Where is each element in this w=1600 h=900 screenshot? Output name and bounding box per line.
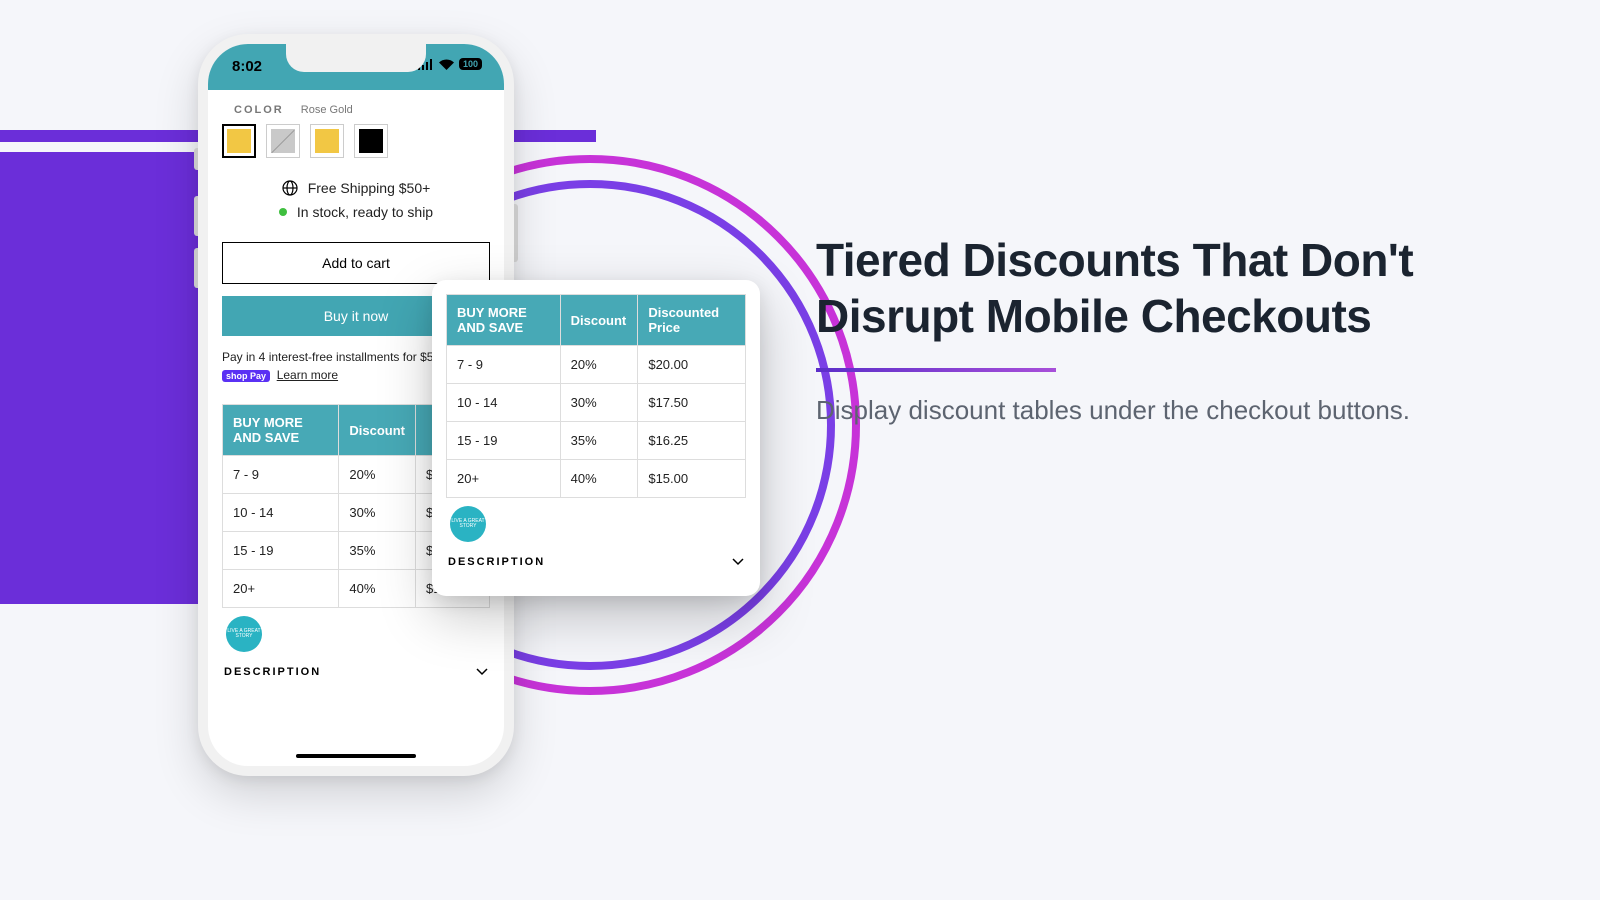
discount-table-popup: BUY MORE AND SAVE Discount Discounted Pr… bbox=[432, 280, 760, 596]
home-indicator bbox=[296, 754, 416, 758]
color-value: Rose Gold bbox=[301, 104, 353, 116]
table-row: 10 - 1430%$17.50 bbox=[447, 384, 746, 422]
description-accordion[interactable]: DESCRIPTION bbox=[446, 542, 746, 582]
chevron-down-icon bbox=[476, 668, 488, 676]
th-price: Discounted Price bbox=[638, 295, 746, 346]
description-accordion[interactable]: DESCRIPTION bbox=[222, 652, 490, 692]
phone-silence-switch bbox=[194, 148, 198, 170]
color-label: COLOR Rose Gold bbox=[222, 104, 490, 116]
accent-underline bbox=[816, 368, 1056, 372]
swatch-gold-selected[interactable] bbox=[222, 124, 256, 158]
learn-more-link[interactable]: Learn more bbox=[277, 368, 338, 382]
brand-badge[interactable]: LIVE A GREAT STORY bbox=[226, 616, 262, 652]
stock-info: In stock, ready to ship bbox=[222, 204, 490, 220]
swatch-silver-soldout[interactable] bbox=[266, 124, 300, 158]
phone-volume-up bbox=[194, 196, 198, 236]
status-bar: 8:02 100 bbox=[208, 44, 504, 90]
in-stock-dot-icon bbox=[279, 208, 287, 216]
shoppay-badge: shop Pay bbox=[222, 370, 270, 382]
table-row: 15 - 1935%$16.25 bbox=[447, 422, 746, 460]
discount-table-enlarged: BUY MORE AND SAVE Discount Discounted Pr… bbox=[446, 294, 746, 498]
th-quantity: BUY MORE AND SAVE bbox=[223, 405, 339, 456]
globe-icon bbox=[282, 180, 298, 196]
wifi-icon bbox=[439, 59, 454, 70]
brand-badge[interactable]: LIVE A GREAT STORY bbox=[450, 506, 486, 542]
table-header-row: BUY MORE AND SAVE Discount Discounted Pr… bbox=[447, 295, 746, 346]
headline-text: Tiered Discounts That Don't Disrupt Mobi… bbox=[816, 232, 1496, 344]
color-swatches bbox=[222, 124, 490, 158]
chevron-down-icon bbox=[732, 558, 744, 566]
status-time: 8:02 bbox=[232, 58, 262, 75]
battery-icon: 100 bbox=[459, 58, 482, 70]
add-to-cart-button[interactable]: Add to cart bbox=[222, 242, 490, 284]
phone-volume-down bbox=[194, 248, 198, 288]
table-row: 20+40%$15.00 bbox=[447, 460, 746, 498]
swatch-gold-alt[interactable] bbox=[310, 124, 344, 158]
swatch-black[interactable] bbox=[354, 124, 388, 158]
th-quantity: BUY MORE AND SAVE bbox=[447, 295, 561, 346]
th-discount: Discount bbox=[560, 295, 638, 346]
phone-notch bbox=[286, 44, 426, 72]
subheadline-text: Display discount tables under the checko… bbox=[816, 392, 1496, 430]
phone-power-button bbox=[514, 204, 518, 262]
shipping-info: Free Shipping $50+ bbox=[222, 180, 490, 196]
table-row: 7 - 920%$20.00 bbox=[447, 346, 746, 384]
th-discount: Discount bbox=[339, 405, 416, 456]
marketing-copy: Tiered Discounts That Don't Disrupt Mobi… bbox=[816, 232, 1496, 430]
